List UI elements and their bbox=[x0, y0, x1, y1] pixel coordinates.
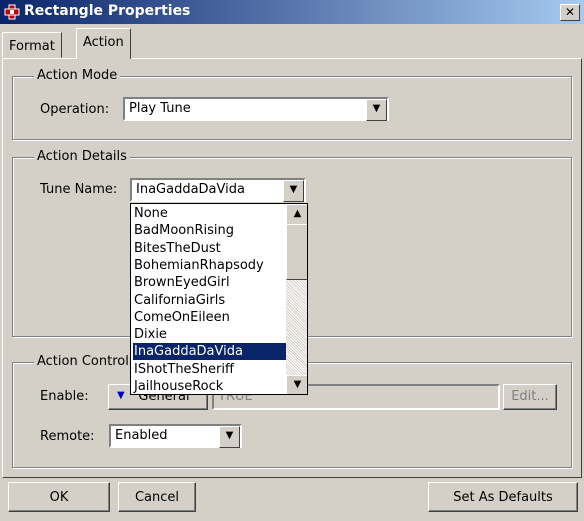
chevron-down-icon[interactable]: ▼ bbox=[219, 426, 240, 448]
close-icon: ✕ bbox=[564, 5, 576, 19]
scroll-up-icon[interactable]: ▲ bbox=[286, 204, 307, 225]
action-control-legend: Action Control bbox=[34, 354, 132, 369]
window-title: Rectangle Properties bbox=[24, 3, 191, 19]
title-bar[interactable]: Rectangle Properties ✕ bbox=[0, 0, 584, 24]
cancel-button[interactable]: Cancel bbox=[118, 482, 196, 512]
dropdown-option[interactable]: Dixie bbox=[133, 326, 286, 343]
rectangle-properties-icon bbox=[4, 4, 20, 20]
cancel-button-label: Cancel bbox=[134, 490, 180, 505]
remote-value: Enabled bbox=[115, 428, 168, 443]
operation-label: Operation: bbox=[40, 102, 110, 117]
scroll-thumb[interactable] bbox=[286, 224, 307, 280]
dropdown-option[interactable]: BitesTheDust bbox=[133, 240, 286, 257]
chevron-down-icon[interactable]: ▼ bbox=[366, 99, 387, 121]
operation-select[interactable]: Play Tune ▼ bbox=[123, 97, 389, 121]
chevron-down-icon[interactable]: ▼ bbox=[283, 180, 304, 202]
action-details-legend: Action Details bbox=[34, 149, 130, 164]
scroll-down-icon[interactable]: ▼ bbox=[286, 375, 307, 394]
dropdown-option[interactable]: ComeOnEileen bbox=[133, 309, 286, 326]
dropdown-option[interactable]: InaGaddaDaVida bbox=[133, 343, 286, 361]
tune-name-value: InaGaddaDaVida bbox=[136, 182, 245, 197]
set-as-defaults-label: Set As Defaults bbox=[453, 490, 553, 505]
tab-format[interactable]: Format bbox=[2, 32, 62, 58]
action-mode-legend: Action Mode bbox=[34, 68, 121, 83]
tab-action[interactable]: Action bbox=[76, 28, 131, 59]
tune-name-label: Tune Name: bbox=[40, 182, 118, 197]
dropdown-option[interactable]: CaliforniaGirls bbox=[133, 292, 286, 309]
ok-button[interactable]: OK bbox=[8, 482, 110, 512]
ok-button-label: OK bbox=[49, 490, 69, 505]
dropdown-option[interactable]: JailhouseRock bbox=[133, 378, 286, 394]
tune-name-dropdown-list[interactable]: None BadMoonRising BitesTheDust BohemianRha… bbox=[130, 203, 308, 395]
edit-button[interactable]: Edit... bbox=[503, 384, 557, 410]
enable-label: Enable: bbox=[40, 389, 89, 404]
tune-name-select[interactable]: InaGaddaDaVida ▼ bbox=[130, 178, 306, 202]
dropdown-option[interactable]: BadMoonRising bbox=[133, 222, 286, 239]
operation-value: Play Tune bbox=[129, 101, 191, 116]
dropdown-option[interactable]: None bbox=[133, 205, 286, 222]
remote-select[interactable]: Enabled ▼ bbox=[109, 424, 242, 448]
dropdown-option[interactable]: BohemianRhapsody bbox=[133, 257, 286, 274]
edit-button-label: Edit... bbox=[511, 389, 549, 404]
dropdown-option[interactable]: IShotTheSheriff bbox=[133, 361, 286, 378]
set-as-defaults-button[interactable]: Set As Defaults bbox=[428, 482, 578, 512]
remote-label: Remote: bbox=[40, 429, 95, 444]
dropdown-scrollbar[interactable]: ▲ ▼ bbox=[286, 204, 307, 394]
dropdown-option[interactable]: BrownEyedGirl bbox=[133, 274, 286, 291]
blue-triangle-icon: ▼ bbox=[117, 390, 125, 401]
close-button[interactable]: ✕ bbox=[560, 4, 580, 21]
